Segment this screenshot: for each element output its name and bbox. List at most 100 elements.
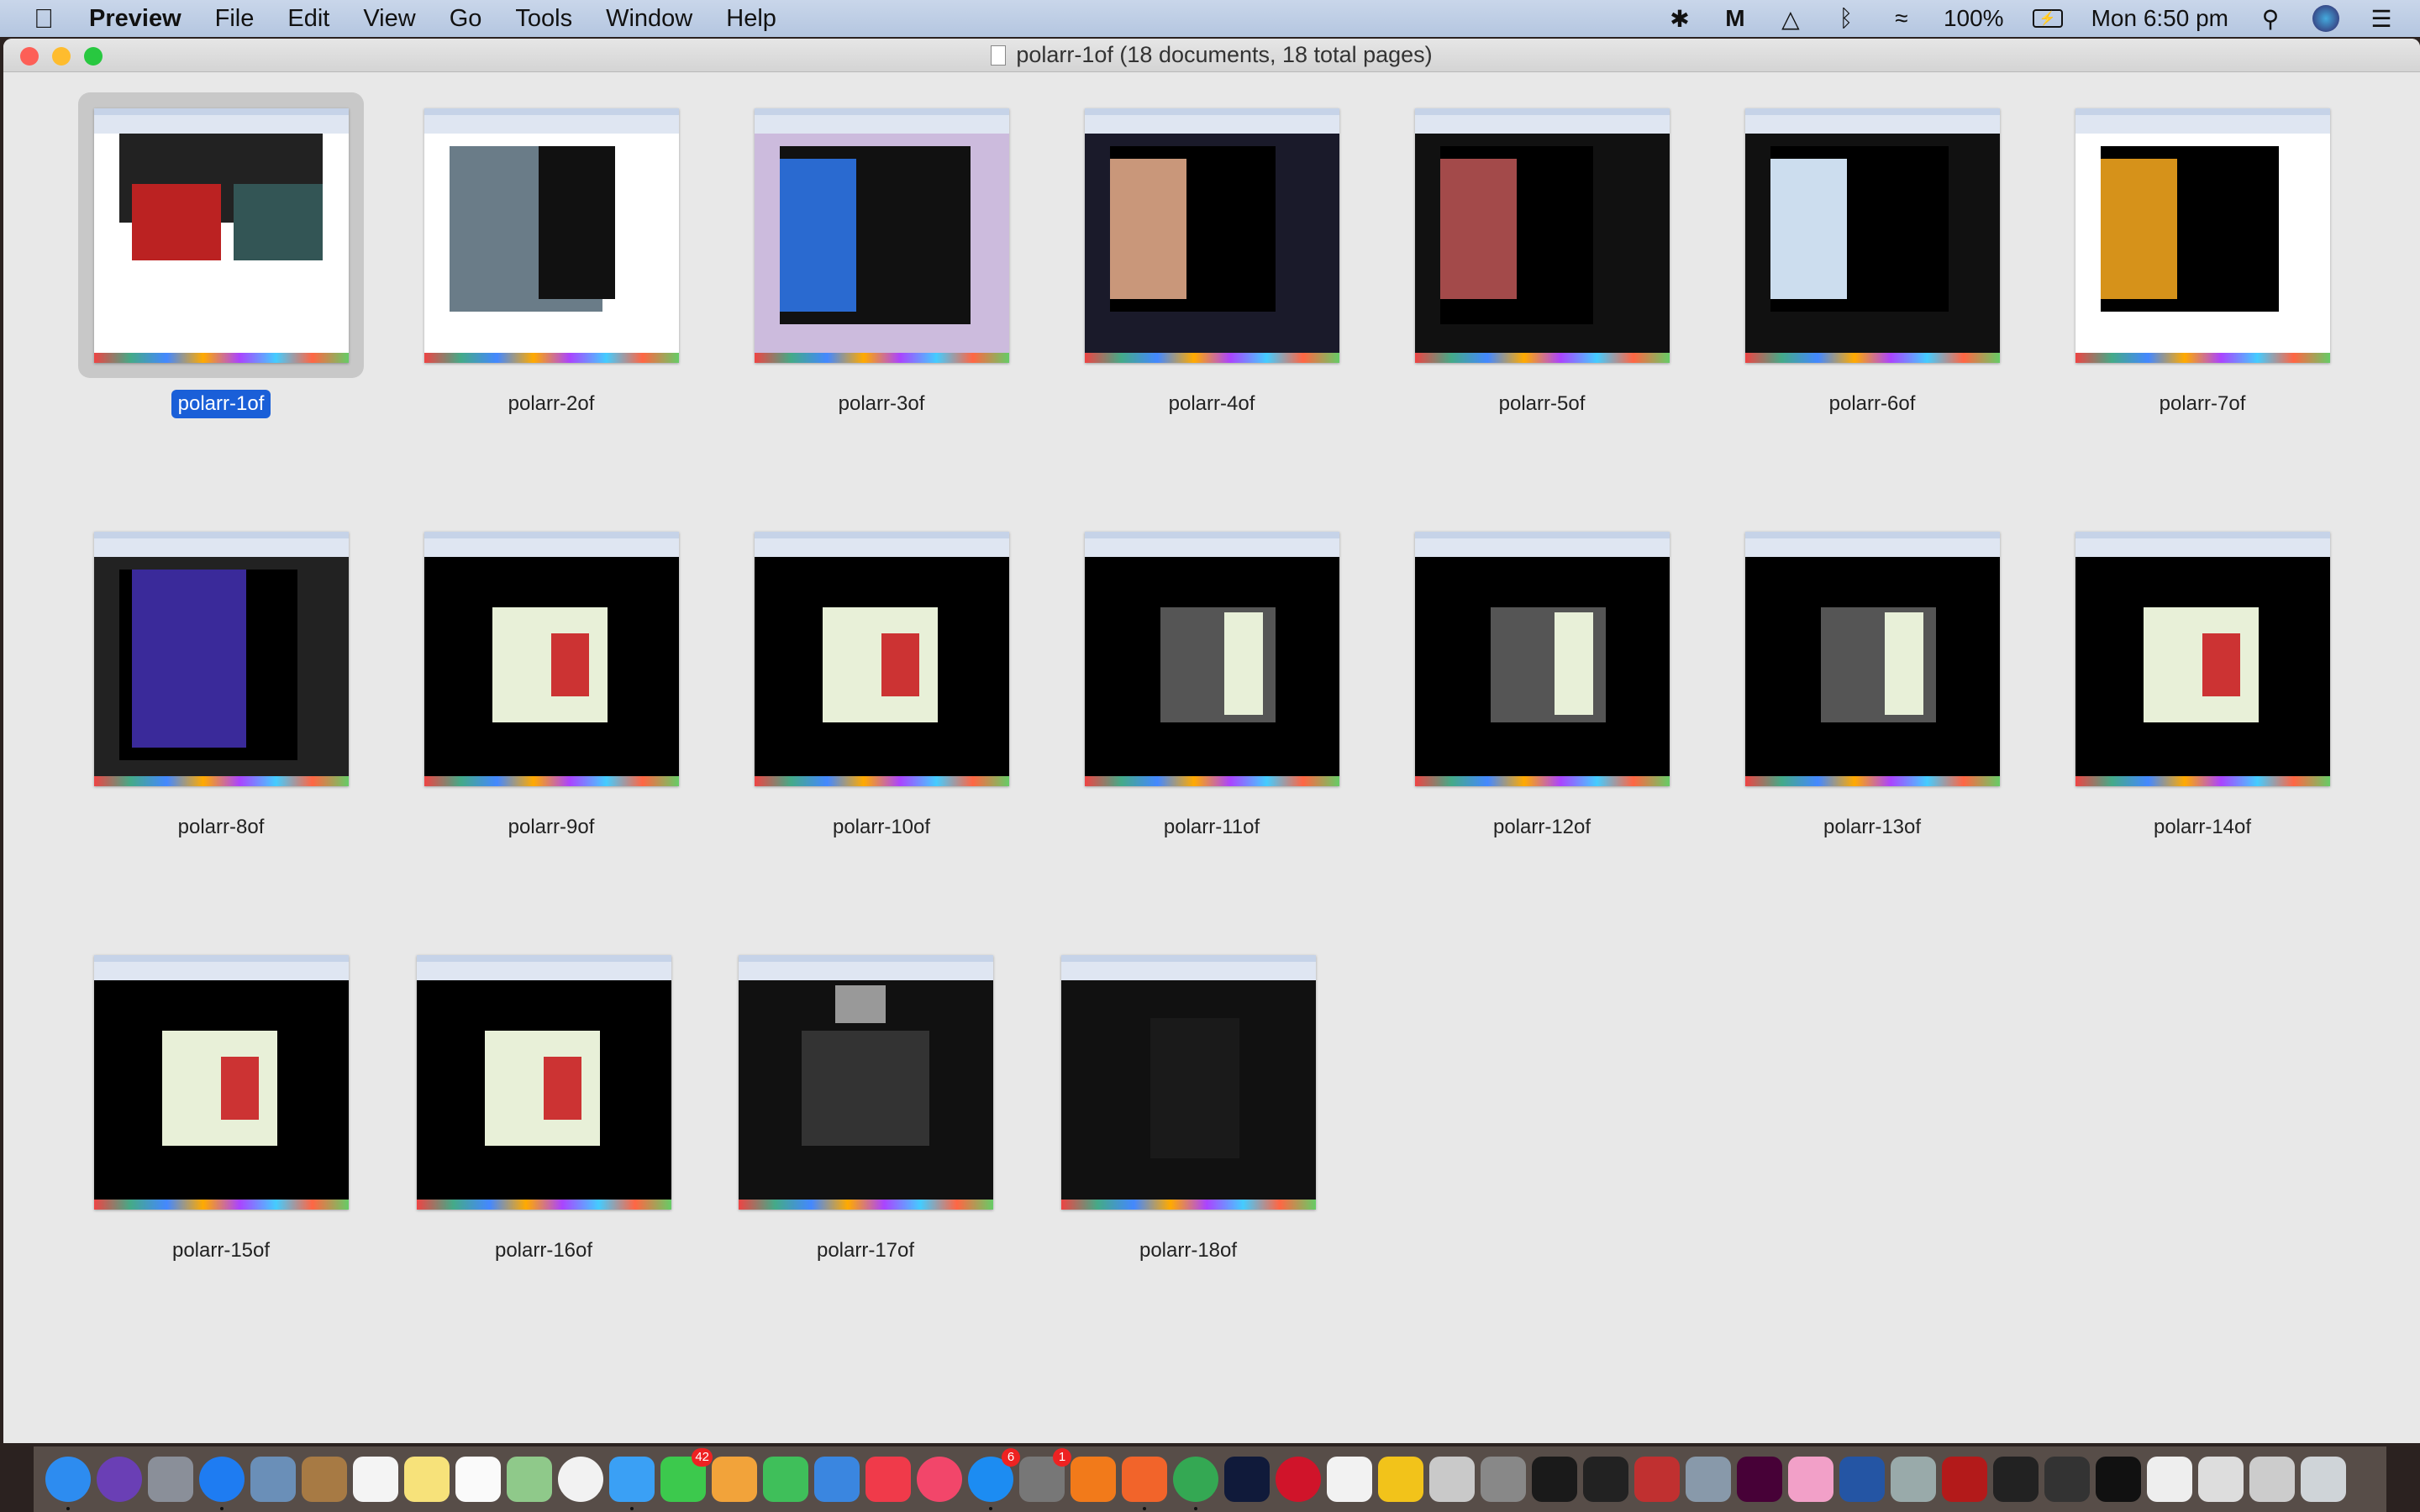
battery-icon[interactable]: ⚡ — [2032, 9, 2063, 28]
wifi-icon[interactable]: ≈ — [1888, 5, 1915, 32]
thumbnail-frame[interactable] — [1069, 516, 1355, 801]
dock-trash-icon[interactable] — [2301, 1457, 2346, 1502]
menu-view[interactable]: View — [346, 5, 432, 33]
dock-safari-icon[interactable] — [199, 1457, 245, 1510]
dock-preview-icon[interactable] — [250, 1457, 296, 1502]
dock-filezilla-icon[interactable] — [1942, 1457, 1987, 1502]
menu-window[interactable]: Window — [589, 5, 709, 33]
siri-icon[interactable] — [2312, 5, 2339, 32]
thumbnail-image[interactable] — [1084, 531, 1339, 786]
thumbnail-label[interactable]: polarr-3of — [832, 390, 932, 418]
document-thumbnail[interactable]: polarr-7of — [2060, 92, 2345, 418]
dock-system-preferences-icon[interactable]: 1 — [1019, 1448, 1071, 1502]
thumbnail-label[interactable]: polarr-9of — [502, 813, 602, 842]
thumbnail-label[interactable]: polarr-10of — [826, 813, 937, 842]
thumbnail-image[interactable] — [1414, 531, 1670, 786]
dock-reminders-icon[interactable] — [455, 1457, 501, 1502]
thumbnail-image[interactable] — [93, 531, 349, 786]
thumbnail-frame[interactable] — [408, 92, 694, 378]
dock-terminal-icon[interactable] — [1532, 1457, 1577, 1502]
dock-music-icon[interactable] — [917, 1457, 962, 1502]
thumbnail-image[interactable] — [2075, 108, 2330, 363]
thumbnail-image[interactable] — [1744, 108, 2000, 363]
dock-maps-icon[interactable] — [507, 1457, 552, 1502]
close-button[interactable] — [20, 47, 39, 66]
dock-chrome-icon[interactable] — [1173, 1457, 1218, 1510]
document-thumbnail[interactable]: polarr-17of — [723, 939, 1008, 1265]
thumbnail-label[interactable]: polarr-13of — [1817, 813, 1928, 842]
thumbnail-frame[interactable] — [1729, 92, 2015, 378]
dock-avast-icon[interactable] — [1071, 1457, 1116, 1502]
thumbnail-label[interactable]: polarr-4of — [1162, 390, 1262, 418]
thumbnail-label[interactable]: polarr-5of — [1492, 390, 1592, 418]
malwarebytes-icon[interactable]: M — [1722, 5, 1749, 32]
bluetooth-icon[interactable]: ᛒ — [1833, 5, 1860, 32]
thumbnail-image[interactable] — [416, 954, 671, 1210]
document-thumbnail[interactable]: polarr-10of — [739, 516, 1024, 842]
dock-notes-icon[interactable] — [404, 1457, 450, 1502]
thumbnail-frame[interactable] — [723, 939, 1008, 1225]
dock-magnifier-icon[interactable] — [1481, 1457, 1526, 1502]
thumbnail-label[interactable]: polarr-2of — [502, 390, 602, 418]
thumbnail-frame[interactable] — [78, 516, 364, 801]
dock-downloads-icon[interactable] — [2198, 1457, 2244, 1502]
avast-icon[interactable]: ✱ — [1666, 5, 1693, 32]
spotlight-search-icon[interactable]: ⚲ — [2257, 5, 2284, 32]
document-thumbnail[interactable]: polarr-4of — [1069, 92, 1355, 418]
clock[interactable]: Mon 6:50 pm — [2091, 5, 2228, 32]
document-thumbnail[interactable]: polarr-18of — [1045, 939, 1331, 1265]
airplay-icon[interactable]: △ — [1777, 5, 1804, 32]
menu-tools[interactable]: Tools — [498, 5, 589, 33]
thumbnail-label[interactable]: polarr-1of — [171, 390, 271, 418]
thumbnail-image[interactable] — [1084, 108, 1339, 363]
thumbnail-image[interactable] — [1414, 108, 1670, 363]
document-thumbnail[interactable]: polarr-14of — [2060, 516, 2345, 842]
dock-inkscape-icon[interactable] — [1583, 1457, 1628, 1502]
menu-edit[interactable]: Edit — [271, 5, 346, 33]
document-thumbnail[interactable]: polarr-12of — [1399, 516, 1685, 842]
document-thumbnail[interactable]: polarr-3of — [739, 92, 1024, 418]
dock-pages-icon[interactable] — [712, 1457, 757, 1502]
thumbnail-image[interactable] — [754, 108, 1009, 363]
thumbnail-frame[interactable] — [78, 92, 364, 378]
thumbnail-label[interactable]: polarr-7of — [2153, 390, 2253, 418]
menu-help[interactable]: Help — [709, 5, 793, 33]
dock-tableplus-icon[interactable] — [1327, 1457, 1372, 1502]
dock-news-icon[interactable] — [865, 1457, 911, 1502]
thumbnail-image[interactable] — [738, 954, 993, 1210]
dock-disk-utility-icon[interactable] — [1686, 1457, 1731, 1502]
menu-app-name[interactable]: Preview — [72, 5, 198, 33]
dock-finder-icon[interactable] — [45, 1457, 91, 1510]
dock-facetime-icon[interactable]: 42 — [660, 1448, 713, 1502]
thumbnail-image[interactable] — [424, 531, 679, 786]
menu-file[interactable]: File — [198, 5, 271, 33]
thumbnail-image[interactable] — [754, 531, 1009, 786]
thumbnail-image[interactable] — [2075, 531, 2330, 786]
dock-trello-icon[interactable] — [1839, 1457, 1885, 1502]
thumbnail-frame[interactable] — [2060, 92, 2345, 378]
dock-numbers-icon[interactable] — [763, 1457, 808, 1502]
thumbnail-frame[interactable] — [739, 516, 1024, 801]
document-thumbnail[interactable]: polarr-11of — [1069, 516, 1355, 842]
thumbnail-label[interactable]: polarr-16of — [488, 1236, 599, 1265]
dock-opera-icon[interactable] — [1276, 1457, 1321, 1502]
dock-messages-icon[interactable] — [609, 1457, 655, 1510]
document-thumbnail[interactable]: polarr-1of — [78, 92, 364, 418]
menu-go[interactable]: Go — [433, 5, 499, 33]
thumbnail-frame[interactable] — [78, 939, 364, 1225]
dock-adobe-xd-icon[interactable] — [1737, 1457, 1782, 1502]
thumbnail-frame[interactable] — [408, 516, 694, 801]
document-thumbnail[interactable]: polarr-6of — [1729, 92, 2015, 418]
dock-script-editor-icon[interactable] — [1429, 1457, 1475, 1502]
dock-contacts-icon[interactable] — [302, 1457, 347, 1502]
dock-photoshop-icon[interactable] — [1224, 1457, 1270, 1502]
thumbnail-image[interactable] — [93, 108, 349, 363]
dock-cyberduck-icon[interactable] — [1378, 1457, 1423, 1502]
thumbnail-frame[interactable] — [1729, 516, 2015, 801]
thumbnail-label[interactable]: polarr-6of — [1823, 390, 1923, 418]
dock-keynote-icon[interactable] — [814, 1457, 860, 1502]
thumbnail-frame[interactable] — [2060, 516, 2345, 801]
thumbnail-frame[interactable] — [1399, 516, 1685, 801]
document-thumbnail[interactable]: polarr-9of — [408, 516, 694, 842]
thumbnail-label[interactable]: polarr-12of — [1486, 813, 1597, 842]
